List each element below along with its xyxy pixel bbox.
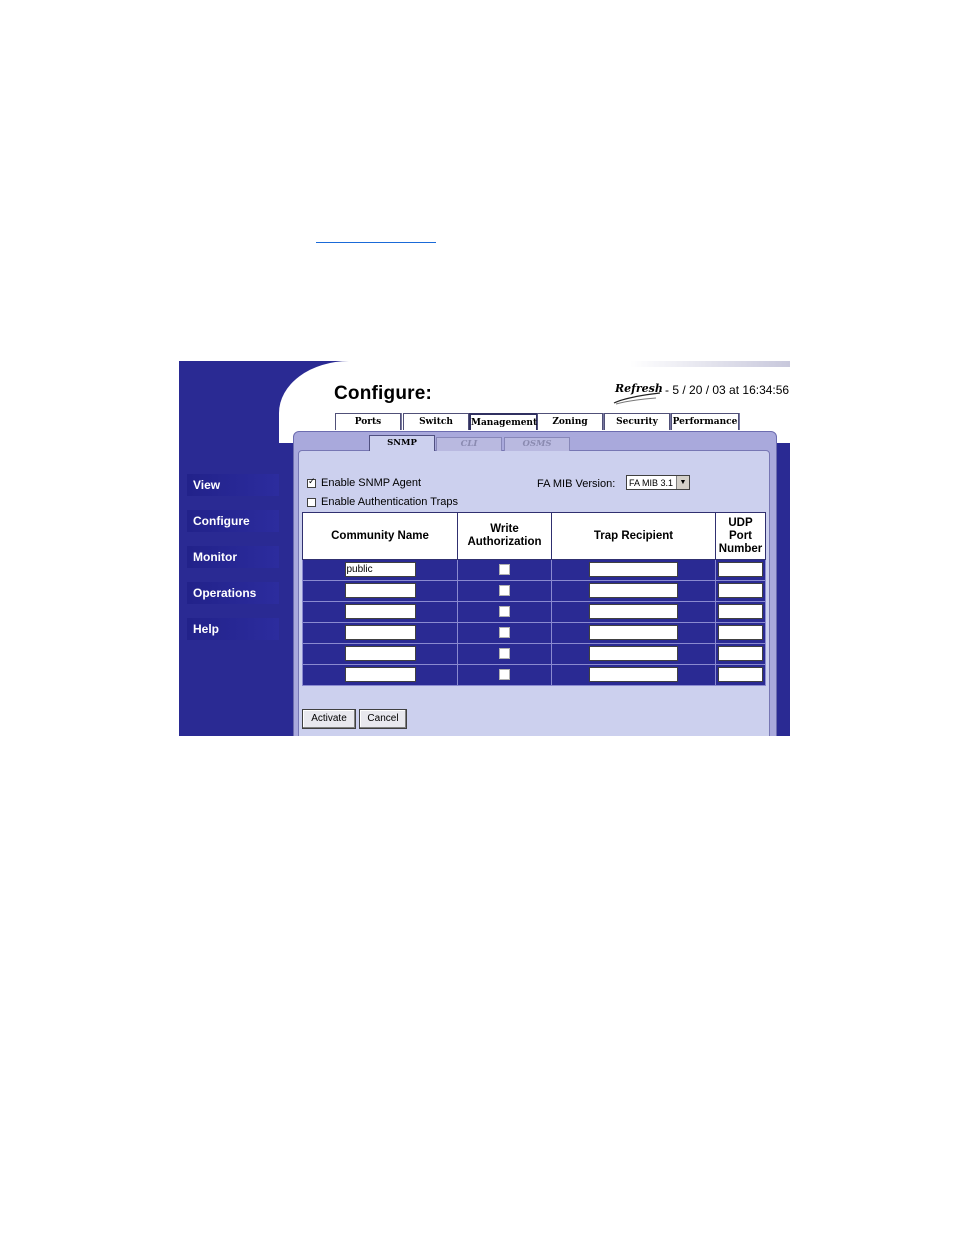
subtab-osms[interactable]: OSMS <box>504 437 570 451</box>
refresh-timestamp: - 5 / 20 / 03 at 16:34:56 <box>665 383 790 397</box>
write-cell <box>457 601 552 623</box>
header-shade <box>630 361 790 367</box>
cancel-button[interactable]: Cancel <box>359 709 407 729</box>
port-cell <box>715 559 766 581</box>
col-udp-line3: Number <box>718 542 763 555</box>
enable-snmp-agent-checkbox[interactable] <box>307 476 316 488</box>
refresh-link[interactable]: Refresh <box>615 382 663 395</box>
write-cell <box>457 643 552 665</box>
sidebar-item-help[interactable]: Help <box>187 618 279 640</box>
trap-recipient-input[interactable] <box>589 604 678 620</box>
tab-switch[interactable]: Switch <box>403 413 469 430</box>
udp-port-input[interactable] <box>718 667 763 683</box>
trap-recipient-input[interactable] <box>589 583 678 599</box>
enable-snmp-agent-label: Enable SNMP Agent <box>321 477 422 489</box>
enable-snmp-agent-option[interactable]: Enable SNMP Agent <box>307 476 422 489</box>
write-authorization-checkbox[interactable] <box>499 564 510 576</box>
trap-cell <box>551 664 716 686</box>
trap-cell <box>551 622 716 644</box>
community-cell <box>302 664 458 686</box>
sidebar-item-operations[interactable]: Operations <box>187 582 279 604</box>
community-name-input[interactable] <box>344 667 416 683</box>
write-authorization-checkbox[interactable] <box>499 669 510 681</box>
col-udp-line2: Port <box>729 529 752 542</box>
write-cell <box>457 580 552 602</box>
sidebar-item-configure[interactable]: Configure <box>187 510 279 532</box>
fa-mib-version-select[interactable]: FA MIB 3.1 ▼ <box>626 475 690 490</box>
col-write-line1: Write <box>490 523 519 535</box>
udp-port-input[interactable] <box>718 562 763 578</box>
col-community-name: Community Name <box>302 512 458 560</box>
write-authorization-checkbox[interactable] <box>499 585 510 597</box>
col-trap-recipient: Trap Recipient <box>551 512 716 560</box>
community-cell <box>302 643 458 665</box>
subtab-cli[interactable]: CLI <box>436 437 502 451</box>
write-authorization-checkbox[interactable] <box>499 627 510 639</box>
trap-recipient-input[interactable] <box>589 562 678 578</box>
tab-ports[interactable]: Ports <box>335 413 401 430</box>
table-row <box>302 601 766 623</box>
write-cell <box>457 664 552 686</box>
port-cell <box>715 664 766 686</box>
trap-recipient-input[interactable] <box>589 646 678 662</box>
col-udp-line1: UDP <box>728 516 753 529</box>
port-cell <box>715 622 766 644</box>
col-write-authorization: Write Authorization <box>457 512 552 560</box>
community-cell <box>302 580 458 602</box>
write-authorization-checkbox[interactable] <box>499 606 510 618</box>
trap-cell <box>551 580 716 602</box>
enable-auth-traps-checkbox[interactable] <box>307 497 316 507</box>
write-cell <box>457 559 552 581</box>
table-row <box>302 664 766 686</box>
tab-security[interactable]: Security <box>604 413 670 430</box>
community-cell <box>302 601 458 623</box>
table-header-row: Community Name Write Authorization Trap … <box>302 512 766 560</box>
tab-zoning[interactable]: Zoning <box>537 413 603 430</box>
trap-recipient-input[interactable] <box>589 625 678 641</box>
trap-recipient-input[interactable] <box>589 667 678 683</box>
enable-auth-traps-label: Enable Authentication Traps <box>321 496 458 508</box>
switch-management-app: Configure: Refresh - 5 / 20 / 03 at 16:3… <box>179 361 790 736</box>
sidebar-item-monitor[interactable]: Monitor <box>187 546 279 568</box>
col-udp-port-number: UDP Port Number <box>715 512 766 560</box>
udp-port-input[interactable] <box>718 583 763 599</box>
table-row <box>302 580 766 602</box>
tab-performance[interactable]: Performance <box>671 413 739 430</box>
table-row <box>302 622 766 644</box>
community-name-input[interactable] <box>344 625 416 641</box>
fa-mib-version-label: FA MIB Version: <box>537 478 616 490</box>
trap-cell <box>551 559 716 581</box>
community-name-input[interactable] <box>344 646 416 662</box>
community-name-input[interactable] <box>344 583 416 599</box>
udp-port-input[interactable] <box>718 604 763 620</box>
community-name-input[interactable] <box>344 604 416 620</box>
sidebar-item-view[interactable]: View <box>187 474 279 496</box>
enable-auth-traps-option[interactable]: Enable Authentication Traps <box>307 496 458 508</box>
subtab-snmp[interactable]: SNMP <box>369 435 435 451</box>
udp-port-input[interactable] <box>718 646 763 662</box>
tab-management[interactable]: Management <box>469 413 538 430</box>
port-cell <box>715 580 766 602</box>
page-title: Configure: <box>334 383 433 404</box>
community-name-input[interactable]: public <box>344 562 416 578</box>
document-link[interactable] <box>316 236 436 243</box>
write-cell <box>457 622 552 644</box>
write-authorization-checkbox[interactable] <box>499 648 510 660</box>
col-write-line2: Authorization <box>467 536 542 548</box>
port-cell <box>715 601 766 623</box>
table-row: public <box>302 559 766 581</box>
udp-port-input[interactable] <box>718 625 763 641</box>
community-cell <box>302 622 458 644</box>
community-cell: public <box>302 559 458 581</box>
fa-mib-version-value: FA MIB 3.1 <box>629 478 674 488</box>
table-row <box>302 643 766 665</box>
activate-button[interactable]: Activate <box>302 709 356 729</box>
trap-cell <box>551 643 716 665</box>
chevron-down-icon[interactable]: ▼ <box>676 476 689 489</box>
port-cell <box>715 643 766 665</box>
trap-cell <box>551 601 716 623</box>
snmp-community-table: Community Name Write Authorization Trap … <box>302 512 766 686</box>
